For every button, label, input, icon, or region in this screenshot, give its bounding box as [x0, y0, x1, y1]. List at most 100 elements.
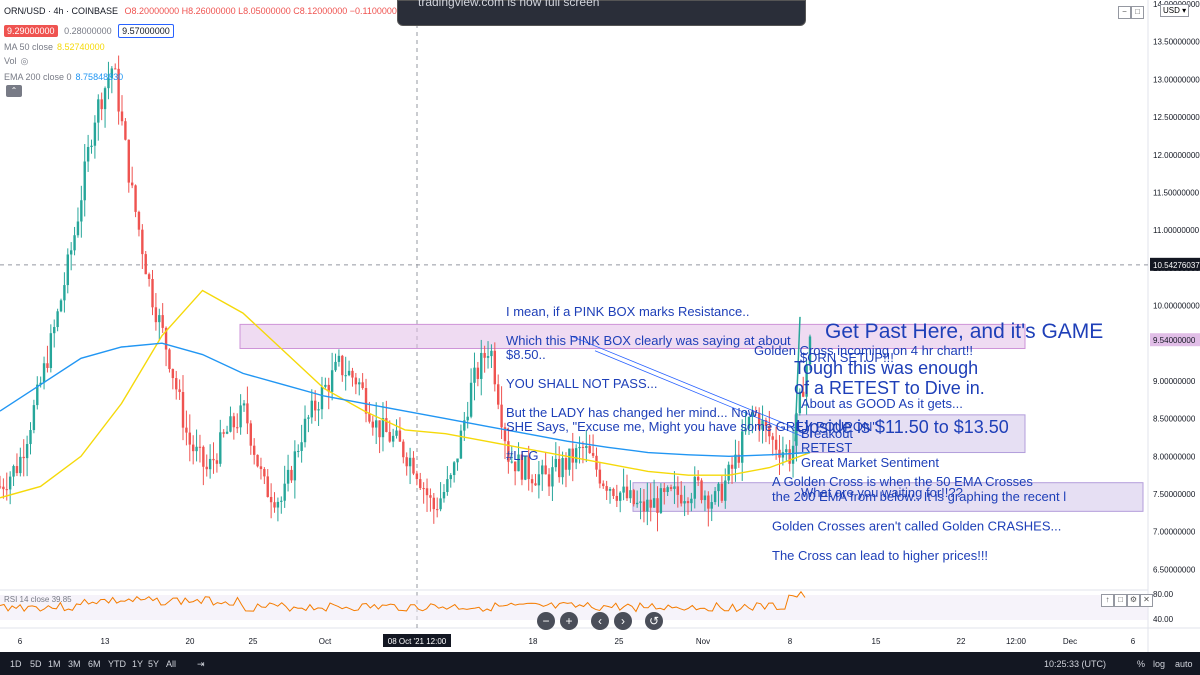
rsi-settings-button[interactable]: ⚙ [1127, 594, 1140, 607]
candle-body [649, 499, 652, 508]
candle-body [581, 446, 585, 448]
candle-body [263, 469, 266, 477]
candle-body [124, 121, 127, 140]
annotation-sentiment: Great Market Sentiment [801, 455, 939, 470]
scroll-right-button[interactable]: › [614, 612, 632, 630]
candle-body [500, 404, 503, 428]
candle-body [266, 476, 269, 497]
tf-1m[interactable]: 1M [48, 659, 61, 669]
tf-6m[interactable]: 6M [88, 659, 101, 669]
candle-body [310, 400, 313, 418]
candle-body [588, 445, 591, 454]
candle-body [239, 405, 242, 428]
y-tick-label: 11.00000000 [1153, 226, 1200, 235]
candle-body [361, 382, 364, 389]
tf-all[interactable]: All [166, 659, 176, 669]
date-range-icon[interactable]: ⇥ [197, 659, 205, 670]
collapse-legend-button[interactable]: ⌃ [6, 85, 22, 97]
candle-body [788, 449, 791, 464]
y-tick-label: 11.50000000 [1153, 188, 1200, 197]
candle-body [330, 370, 334, 392]
minimize-button[interactable]: − [1118, 6, 1131, 19]
candle-body [639, 501, 642, 503]
candle-body [429, 495, 432, 498]
candle-body [83, 161, 86, 201]
candle-body [114, 68, 117, 70]
candle-body [378, 420, 381, 438]
annotation-retest-dive: of a RETEST to Dive in. [794, 378, 985, 398]
candle-body [717, 483, 720, 492]
tf-3m[interactable]: 3M [68, 659, 81, 669]
candle-body [602, 483, 605, 487]
ask-price[interactable]: 9.57000000 [118, 24, 174, 38]
ma50-value: 8.52740000 [57, 42, 105, 52]
currency-label: USD [1163, 6, 1180, 15]
candle-body [395, 430, 398, 436]
maximize-button[interactable]: □ [1131, 6, 1144, 19]
candle-body [273, 502, 276, 508]
x-tick-label: 15 [872, 637, 881, 646]
rsi-close-button[interactable]: ✕ [1140, 594, 1153, 607]
candle-body [46, 363, 49, 368]
y-tick-label: 6.50000000 [1153, 565, 1196, 574]
candle-body [198, 446, 202, 448]
log-toggle[interactable]: log [1153, 659, 1165, 669]
candle-body [93, 122, 97, 146]
candle-body [432, 497, 436, 510]
fullscreen-text: tradingview.com is now full screen [418, 0, 600, 9]
ma50-legend[interactable]: MA 50 close 8.52740000 [4, 42, 109, 52]
candle-body [276, 501, 280, 508]
auto-toggle[interactable]: auto [1175, 659, 1193, 669]
y-tick-label: 7.50000000 [1153, 490, 1196, 499]
utc-time[interactable]: 10:25:33 (UTC) [1044, 659, 1106, 669]
candle-body [625, 486, 629, 499]
rsi-min-button[interactable]: □ [1114, 594, 1127, 607]
tf-5d[interactable]: 5D [30, 659, 42, 669]
candle-body [151, 278, 154, 308]
candle-body [419, 479, 422, 489]
candle-body [591, 453, 595, 456]
candle-body [669, 487, 673, 489]
candle-body [483, 352, 486, 358]
candle-body [680, 494, 683, 504]
ema200-legend[interactable]: EMA 200 close 0 8.75848830 [4, 72, 127, 82]
candle-body [652, 498, 656, 508]
candle-body [137, 211, 141, 230]
vol-legend[interactable]: Vol ◎ [4, 56, 32, 67]
annotation-golden-note: A Golden Cross is when the 50 EMA Crosse… [772, 474, 1033, 489]
scroll-left-button[interactable]: ‹ [591, 612, 609, 630]
candle-body [412, 457, 415, 474]
tf-1y[interactable]: 1Y [132, 659, 143, 669]
candle-body [537, 474, 541, 486]
candle-body [480, 352, 483, 379]
tf-ytd[interactable]: YTD [108, 659, 126, 669]
price-chart[interactable]: 14.0000000013.5000000013.0000000012.5000… [0, 0, 1200, 652]
reset-chart-button[interactable]: ↺ [645, 612, 663, 630]
zoom-in-button[interactable]: + [560, 612, 578, 630]
candle-body [659, 488, 663, 513]
candle-body [781, 452, 785, 458]
currency-select[interactable]: USD ▾ [1160, 4, 1190, 17]
annotation-pink-note: But the LADY has changed her mind... Now [506, 405, 758, 420]
annotation-golden-note: Golden Crosses aren't called Golden CRAS… [772, 518, 1061, 533]
zoom-out-button[interactable]: − [537, 612, 555, 630]
fullscreen-popup: tradingview.com is now full screen [397, 0, 806, 26]
candle-body [134, 185, 137, 212]
candle-body [493, 350, 497, 385]
symbol-label: ORN/USD · 4h · COINBASE [4, 6, 119, 16]
candle-body [242, 403, 246, 406]
candle-body [730, 464, 734, 469]
candle-body [19, 456, 22, 474]
vol-label: Vol [4, 56, 17, 66]
candle-body [249, 423, 252, 446]
rsi-up-button[interactable]: ↑ [1101, 594, 1114, 607]
candle-body [422, 488, 425, 490]
x-tick-label: 13 [101, 637, 110, 646]
candle-body [724, 480, 727, 501]
candle-body [86, 146, 90, 162]
percent-toggle[interactable]: % [1137, 659, 1145, 669]
bid-price[interactable]: 9.29000000 [4, 25, 58, 37]
candle-body [571, 448, 574, 463]
tf-5y[interactable]: 5Y [148, 659, 159, 669]
tf-1d[interactable]: 1D [10, 659, 22, 669]
